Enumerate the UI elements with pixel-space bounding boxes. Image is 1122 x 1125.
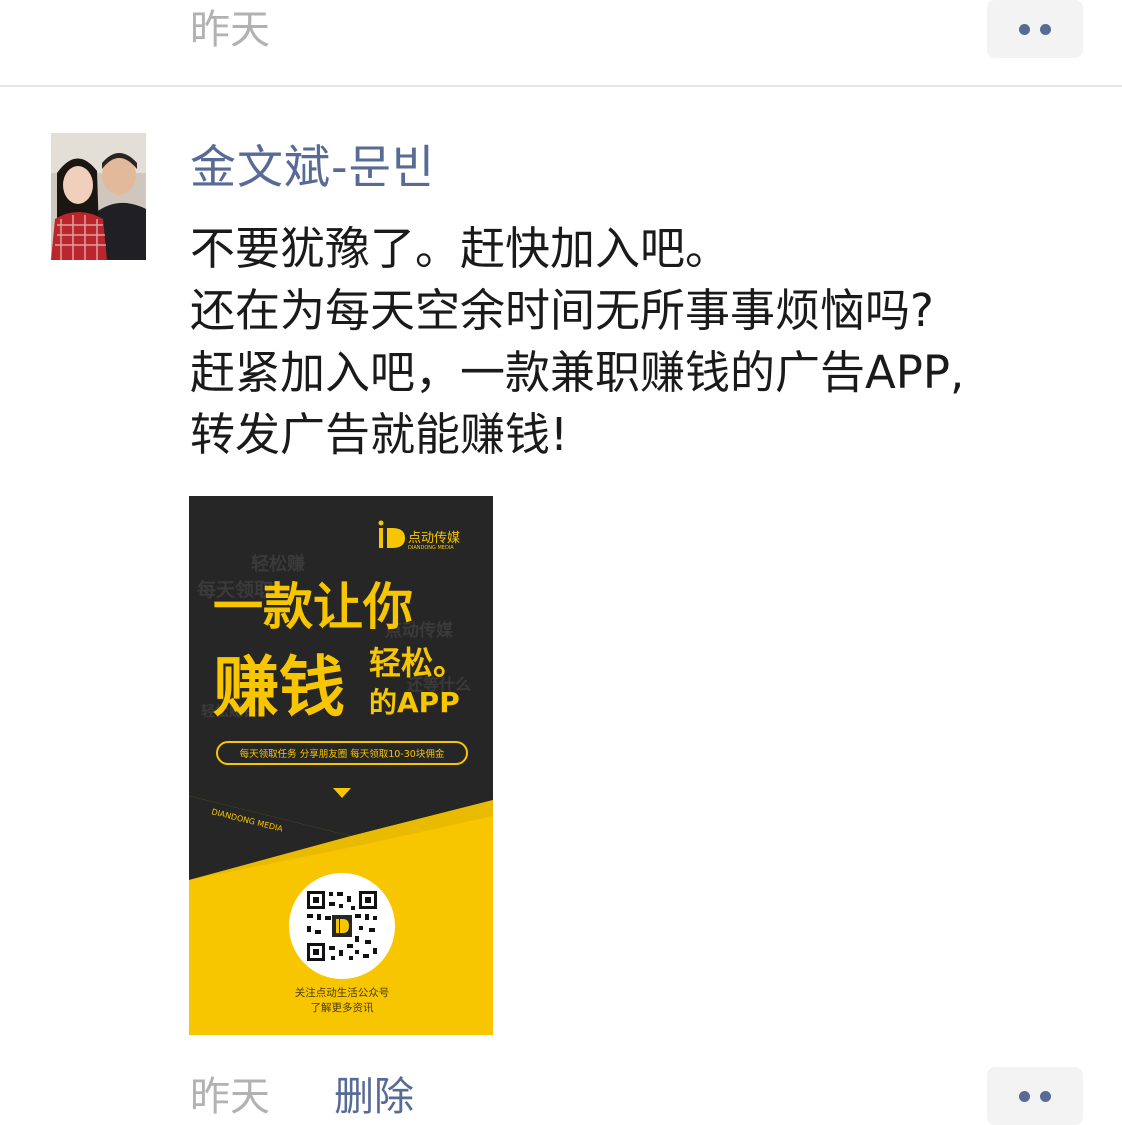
poster-headline-1: 一款让你 — [213, 578, 413, 636]
poster-bg-word: 轻松赚 — [251, 553, 305, 575]
previous-post-time: 昨天 — [190, 7, 270, 53]
more-dots-icon — [1040, 1090, 1051, 1102]
poster-qr-caption-2: 了解更多资讯 — [311, 1001, 374, 1014]
poster-headline-4: 的APP — [369, 686, 460, 719]
poster-graphic: 轻松赚 每天领取 点动传媒 还等什么 轻松赚钱 点动传媒 DIANDONG ME… — [189, 496, 493, 1035]
more-dots-icon — [1019, 1090, 1030, 1102]
poster-headline-3: 轻松。 — [369, 644, 465, 682]
poster-headline-2: 赚钱 — [213, 649, 345, 726]
post-text-line: 赶紧加入吧，一款兼职赚钱的广告APP, — [190, 346, 965, 399]
post-divider — [0, 85, 1122, 87]
avatar[interactable] — [51, 133, 146, 260]
post-text-line: 转发广告就能赚钱! — [190, 408, 569, 461]
post-text-line: 还在为每天空余时间无所事事烦恼吗? — [190, 284, 934, 337]
poster-brand-sub: DIANDONG MEDIA — [408, 545, 454, 551]
post-text-line: 不要犹豫了。赶快加入吧。 — [190, 222, 731, 275]
post-author-name[interactable]: 金文斌-문빈 — [190, 140, 435, 194]
delete-link[interactable]: 删除 — [334, 1075, 414, 1119]
post-text: 不要犹豫了。赶快加入吧。 还在为每天空余时间无所事事烦恼吗? 赶紧加入吧，一款兼… — [190, 218, 1110, 466]
previous-post-more-button[interactable] — [987, 0, 1083, 58]
qr-code-icon — [306, 890, 378, 962]
more-dots-icon — [1019, 23, 1030, 35]
poster-pill-text: 每天领取任务 分享朋友圈 每天领取10-30块佣金 — [240, 748, 445, 760]
more-dots-icon — [1040, 23, 1051, 35]
post-image[interactable]: 轻松赚 每天领取 点动传媒 还等什么 轻松赚钱 点动传媒 DIANDONG ME… — [189, 496, 493, 1035]
avatar-photo — [51, 133, 146, 260]
poster-qr-caption-1: 关注点动生活公众号 — [295, 986, 390, 999]
post-time: 昨天 — [190, 1074, 270, 1120]
poster-brand-name: 点动传媒 — [408, 531, 460, 546]
post-more-button[interactable] — [987, 1067, 1083, 1125]
